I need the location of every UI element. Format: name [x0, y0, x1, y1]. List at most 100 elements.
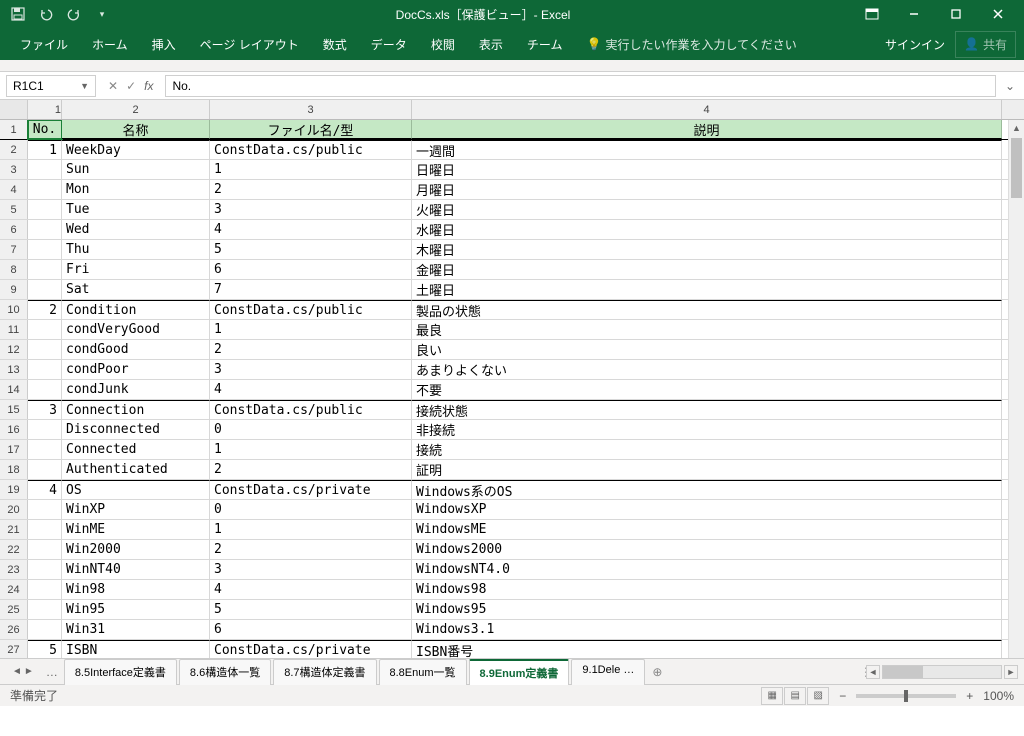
hscroll-right-icon[interactable]: ► — [1004, 665, 1018, 679]
row-header[interactable]: 4 — [0, 180, 28, 199]
sheet-nav-next-icon[interactable]: ► — [24, 666, 34, 677]
cell[interactable]: ConstData.cs/private — [210, 480, 412, 499]
cell[interactable]: 7 — [210, 280, 412, 299]
row-header[interactable]: 3 — [0, 160, 28, 179]
row-header[interactable]: 24 — [0, 580, 28, 599]
scroll-up-icon[interactable]: ▲ — [1009, 120, 1024, 136]
zoom-out-button[interactable]: − — [839, 689, 846, 703]
cell[interactable]: Wed — [62, 220, 210, 239]
sheet-tab[interactable]: 8.9Enum定義書 — [469, 659, 570, 685]
cell[interactable] — [28, 560, 62, 579]
page-break-view-button[interactable]: ▧ — [807, 687, 829, 705]
cell[interactable]: 土曜日 — [412, 280, 1002, 299]
cell[interactable]: 接続 — [412, 440, 1002, 459]
cell[interactable]: 3 — [28, 400, 62, 419]
ribbon-tab[interactable]: 数式 — [311, 28, 359, 60]
row-header[interactable]: 9 — [0, 280, 28, 299]
row-header[interactable]: 11 — [0, 320, 28, 339]
cell[interactable]: ConstData.cs/public — [210, 400, 412, 419]
cell[interactable]: 2 — [210, 340, 412, 359]
row-header[interactable]: 6 — [0, 220, 28, 239]
cell[interactable] — [28, 520, 62, 539]
ribbon-tab[interactable]: チーム — [515, 28, 575, 60]
ribbon-tab[interactable]: 挿入 — [140, 28, 188, 60]
cell[interactable]: 1 — [210, 320, 412, 339]
spreadsheet-grid[interactable]: 1 2 3 4 1No.名称ファイル名/型説明21WeekDayConstDat… — [0, 100, 1024, 658]
qat-customize-icon[interactable]: ▾ — [90, 2, 114, 26]
row-header[interactable]: 7 — [0, 240, 28, 259]
cell[interactable]: 接続状態 — [412, 400, 1002, 419]
row-header[interactable]: 12 — [0, 340, 28, 359]
zoom-slider-thumb[interactable] — [904, 690, 908, 702]
redo-button[interactable] — [62, 2, 86, 26]
cell[interactable]: No. — [28, 120, 62, 139]
cell[interactable]: 水曜日 — [412, 220, 1002, 239]
cell[interactable] — [28, 420, 62, 439]
minimize-button[interactable] — [894, 0, 934, 28]
enter-formula-icon[interactable]: ✓ — [126, 79, 136, 93]
cell[interactable]: Win2000 — [62, 540, 210, 559]
cell[interactable]: condJunk — [62, 380, 210, 399]
cell[interactable]: 6 — [210, 620, 412, 639]
cell[interactable]: 製品の状態 — [412, 300, 1002, 319]
cell[interactable]: 4 — [210, 380, 412, 399]
row-header[interactable]: 25 — [0, 600, 28, 619]
cell[interactable]: 1 — [210, 160, 412, 179]
close-button[interactable] — [978, 0, 1018, 28]
cell[interactable]: 5 — [28, 640, 62, 658]
cell[interactable]: Mon — [62, 180, 210, 199]
cancel-formula-icon[interactable]: ✕ — [108, 79, 118, 93]
cell[interactable]: ConstData.cs/public — [210, 140, 412, 159]
ribbon-display-button[interactable] — [852, 0, 892, 28]
cell[interactable]: 月曜日 — [412, 180, 1002, 199]
sheet-overflow-icon[interactable]: … — [40, 665, 64, 679]
page-layout-view-button[interactable]: ▤ — [784, 687, 806, 705]
cell[interactable] — [28, 320, 62, 339]
cell[interactable] — [28, 580, 62, 599]
cell[interactable]: Windows3.1 — [412, 620, 1002, 639]
ribbon-tab[interactable]: ファイル — [8, 28, 80, 60]
sheet-nav-prev-icon[interactable]: ◄ — [12, 666, 22, 677]
signin-button[interactable]: サインイン — [875, 36, 955, 53]
cell[interactable]: 説明 — [412, 120, 1002, 139]
cell[interactable] — [28, 620, 62, 639]
cell[interactable] — [28, 220, 62, 239]
cell[interactable]: Condition — [62, 300, 210, 319]
cell[interactable]: Authenticated — [62, 460, 210, 479]
col-header[interactable]: 2 — [62, 100, 210, 119]
cell[interactable]: 2 — [28, 300, 62, 319]
add-sheet-button[interactable]: ⊕ — [647, 665, 667, 679]
cell[interactable]: 名称 — [62, 120, 210, 139]
cell[interactable] — [28, 280, 62, 299]
name-box[interactable]: R1C1 ▼ — [6, 75, 96, 97]
cell[interactable]: condPoor — [62, 360, 210, 379]
sheet-tab[interactable]: 8.7構造体定義書 — [273, 659, 376, 685]
row-header[interactable]: 23 — [0, 560, 28, 579]
cell[interactable]: Thu — [62, 240, 210, 259]
row-header[interactable]: 13 — [0, 360, 28, 379]
sheet-tab[interactable]: 8.6構造体一覧 — [179, 659, 271, 685]
row-header[interactable]: 16 — [0, 420, 28, 439]
cell[interactable]: condVeryGood — [62, 320, 210, 339]
ribbon-tab[interactable]: 校閲 — [419, 28, 467, 60]
cell[interactable]: 証明 — [412, 460, 1002, 479]
cell[interactable]: WindowsME — [412, 520, 1002, 539]
cell[interactable]: 日曜日 — [412, 160, 1002, 179]
cell[interactable]: 不要 — [412, 380, 1002, 399]
col-header[interactable]: 1 — [28, 100, 62, 119]
select-all-corner[interactable] — [0, 100, 28, 119]
vertical-scrollbar[interactable]: ▲ — [1008, 120, 1024, 658]
sheet-tab[interactable]: 8.8Enum一覧 — [379, 659, 467, 685]
row-header[interactable]: 20 — [0, 500, 28, 519]
cell[interactable]: ファイル名/型 — [210, 120, 412, 139]
cell[interactable]: 木曜日 — [412, 240, 1002, 259]
cell[interactable]: Disconnected — [62, 420, 210, 439]
cell[interactable] — [28, 540, 62, 559]
row-header[interactable]: 8 — [0, 260, 28, 279]
col-header[interactable]: 3 — [210, 100, 412, 119]
cell[interactable]: Win95 — [62, 600, 210, 619]
row-header[interactable]: 27 — [0, 640, 28, 658]
cell[interactable] — [28, 260, 62, 279]
row-header[interactable]: 2 — [0, 140, 28, 159]
cell[interactable]: Connection — [62, 400, 210, 419]
